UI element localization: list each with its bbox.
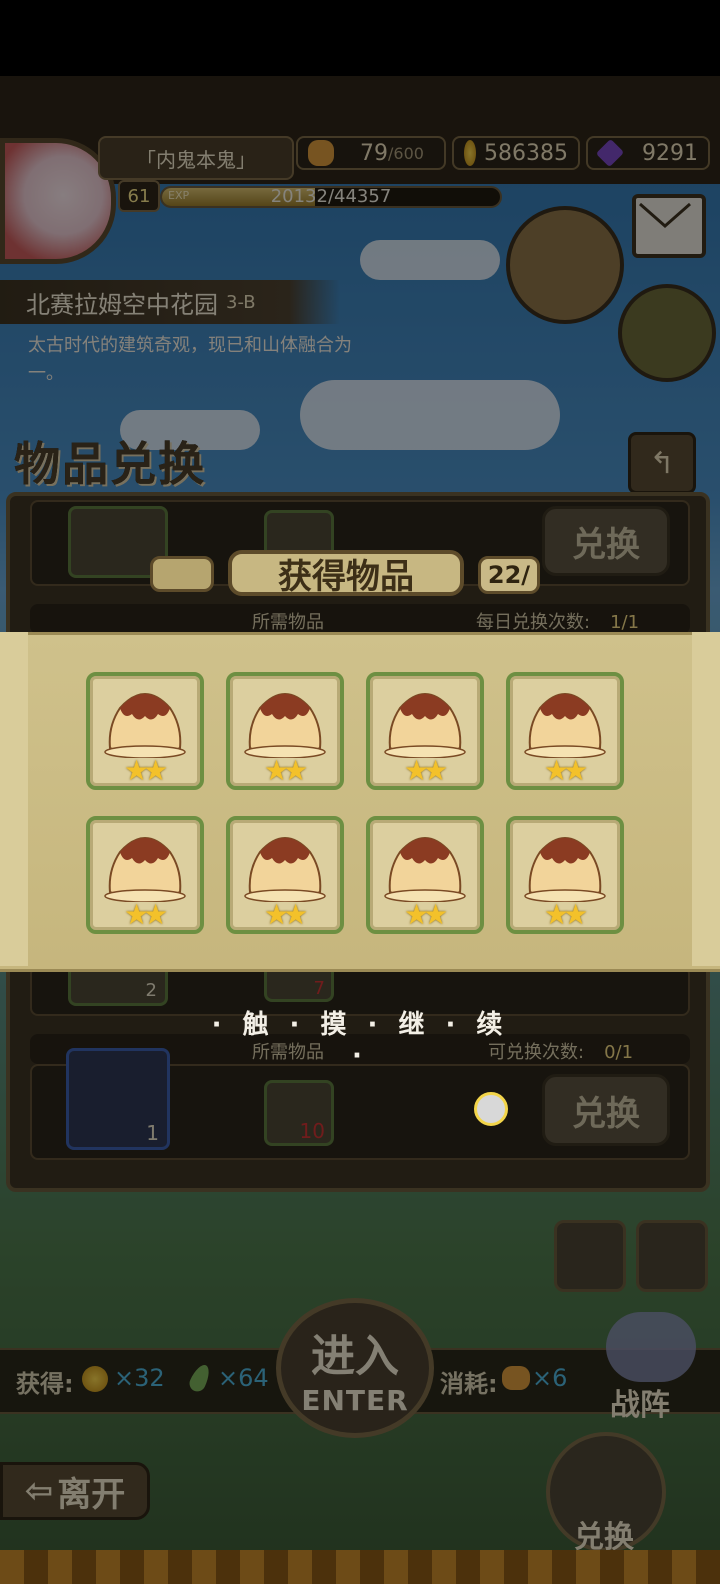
reward-item-pudding[interactable]: ★★ bbox=[506, 672, 624, 790]
rarity-stars: ★★ bbox=[264, 898, 308, 931]
reward-item-pudding[interactable]: ★★ bbox=[506, 816, 624, 934]
rarity-stars: ★★ bbox=[404, 898, 448, 931]
rarity-stars: ★★ bbox=[544, 898, 588, 931]
reward-item-pudding[interactable]: ★★ bbox=[366, 816, 484, 934]
reward-item-pudding[interactable]: ★★ bbox=[86, 672, 204, 790]
reward-item-pudding[interactable]: ★★ bbox=[226, 816, 344, 934]
rarity-stars: ★★ bbox=[124, 898, 168, 931]
rarity-stars: ★★ bbox=[264, 754, 308, 787]
reward-item-pudding[interactable]: ★★ bbox=[226, 672, 344, 790]
popup-count: 22/ bbox=[478, 556, 540, 594]
rarity-stars: ★★ bbox=[124, 754, 168, 787]
popup-edge-right bbox=[692, 632, 720, 966]
rarity-stars: ★★ bbox=[404, 754, 448, 787]
pudding-icon bbox=[524, 693, 606, 758]
reward-item-pudding[interactable]: ★★ bbox=[366, 672, 484, 790]
pudding-icon bbox=[104, 837, 186, 902]
popup-title: 获得物品 bbox=[228, 550, 464, 597]
touch-cursor-icon bbox=[474, 1092, 508, 1126]
pudding-icon bbox=[104, 693, 186, 758]
pudding-icon bbox=[244, 693, 326, 758]
pudding-icon bbox=[384, 837, 466, 902]
pudding-icon bbox=[384, 693, 466, 758]
popup-edge-left bbox=[0, 632, 28, 966]
status-bar bbox=[0, 0, 720, 76]
pudding-icon bbox=[244, 837, 326, 902]
rarity-stars: ★★ bbox=[544, 754, 588, 787]
popup-title-wing bbox=[150, 556, 214, 592]
touch-to-continue[interactable]: · 触 · 摸 · 继 · 续 · bbox=[200, 1004, 520, 1071]
pudding-icon bbox=[524, 837, 606, 902]
reward-item-pudding[interactable]: ★★ bbox=[86, 816, 204, 934]
